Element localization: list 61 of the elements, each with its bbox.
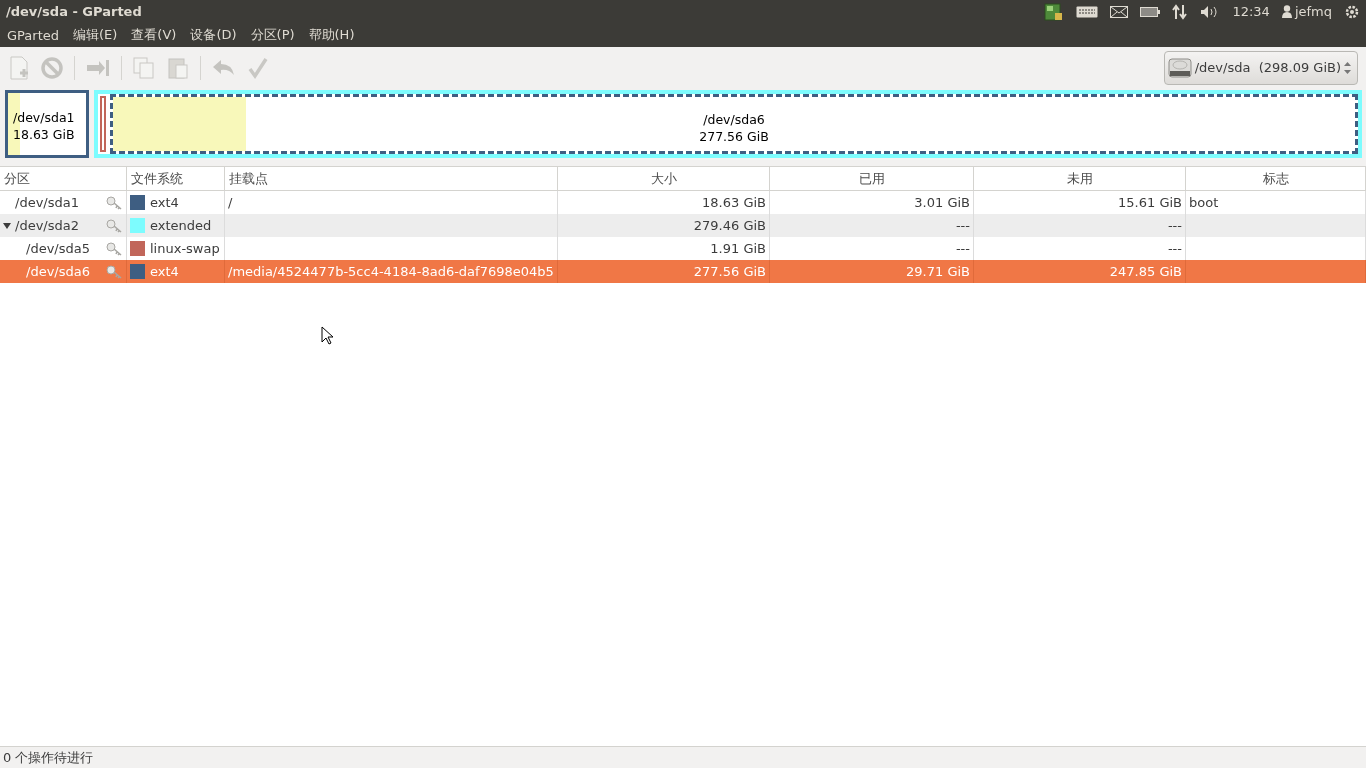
key-icon	[106, 195, 122, 210]
menu-item[interactable]: GParted	[7, 27, 59, 43]
clock[interactable]: 12:34	[1232, 4, 1270, 19]
used-text: 3.01 GiB	[914, 195, 970, 210]
column-header[interactable]: 未用	[974, 167, 1186, 190]
size-text: 277.56 GiB	[693, 264, 766, 279]
mount-point-text: /	[228, 195, 233, 210]
partition-label: /dev/sda1 18.63 GiB	[12, 109, 76, 143]
size-text: 1.91 GiB	[710, 241, 766, 256]
status-text: 0 个操作待进行	[3, 748, 94, 767]
menu-item[interactable]: 帮助(H)	[308, 26, 355, 44]
partition-name: /dev/sda6	[25, 264, 91, 279]
size-text: 18.63 GiB	[702, 195, 766, 210]
partition-row[interactable]: /dev/sda2 extended 279.46 GiB --- ---	[0, 214, 1366, 237]
power-gear-icon[interactable]	[1344, 3, 1360, 20]
filesystem-text: ext4	[150, 195, 179, 210]
keyboard-icon[interactable]	[1076, 5, 1099, 18]
checkmark-icon[interactable]	[247, 55, 269, 80]
used-text: ---	[955, 241, 970, 256]
device-dropdown[interactable]: /dev/sda (298.09 GiB)	[1163, 50, 1358, 85]
transfer-arrows-icon[interactable]	[1172, 3, 1189, 20]
mail-icon[interactable]	[1110, 5, 1129, 18]
battery-icon[interactable]	[1140, 6, 1161, 17]
mouse-pointer-icon	[321, 326, 333, 345]
column-header[interactable]: 分区	[0, 167, 127, 190]
size-text: 279.46 GiB	[693, 218, 766, 233]
menu-item[interactable]: 设备(D)	[190, 26, 237, 44]
paste-clipboard-icon[interactable]	[166, 55, 190, 80]
key-icon	[106, 264, 122, 279]
spinner-arrows-icon	[1344, 60, 1351, 75]
swap-partition-block[interactable]	[100, 96, 106, 152]
partition-name: /dev/sda1	[15, 195, 80, 210]
partition-block[interactable]: /dev/sda1 18.63 GiB	[5, 90, 89, 158]
partition-label: /dev/sda6 277.56 GiB	[698, 111, 770, 145]
filesystem-text: ext4	[150, 264, 179, 279]
user-menu[interactable]: jefmq	[1281, 4, 1332, 19]
window-title: /dev/sda - GParted	[6, 4, 142, 19]
network-card-icon[interactable]	[1044, 1, 1065, 22]
used-text: ---	[955, 218, 970, 233]
partition-name: /dev/sda5	[25, 241, 91, 256]
menu-item[interactable]: 查看(V)	[131, 26, 177, 44]
mount-point-text: /media/4524477b-5cc4-4184-8ad6-daf7698e04b5	[228, 264, 554, 279]
unused-text: 15.61 GiB	[1118, 195, 1182, 210]
filesystem-text: extended	[150, 218, 212, 233]
menu-item[interactable]: 编辑(E)	[73, 26, 118, 44]
column-header[interactable]: 大小	[558, 167, 770, 190]
key-icon	[106, 241, 122, 256]
column-header[interactable]: 标志	[1186, 167, 1366, 190]
unused-text: 247.85 GiB	[1109, 264, 1182, 279]
menu-item[interactable]: 分区(P)	[250, 26, 295, 44]
column-header[interactable]: 已用	[770, 167, 974, 190]
used-text: 29.71 GiB	[906, 264, 970, 279]
column-header[interactable]: 挂载点	[225, 167, 558, 190]
column-header[interactable]: 文件系统	[127, 167, 225, 190]
unused-text: ---	[1167, 218, 1182, 233]
key-icon	[106, 218, 122, 233]
person-icon	[1281, 5, 1292, 18]
partition-name: /dev/sda2	[15, 218, 80, 233]
filesystem-text: linux-swap	[150, 241, 220, 256]
flags-text: boot	[1189, 195, 1219, 210]
unused-text: ---	[1167, 241, 1182, 256]
